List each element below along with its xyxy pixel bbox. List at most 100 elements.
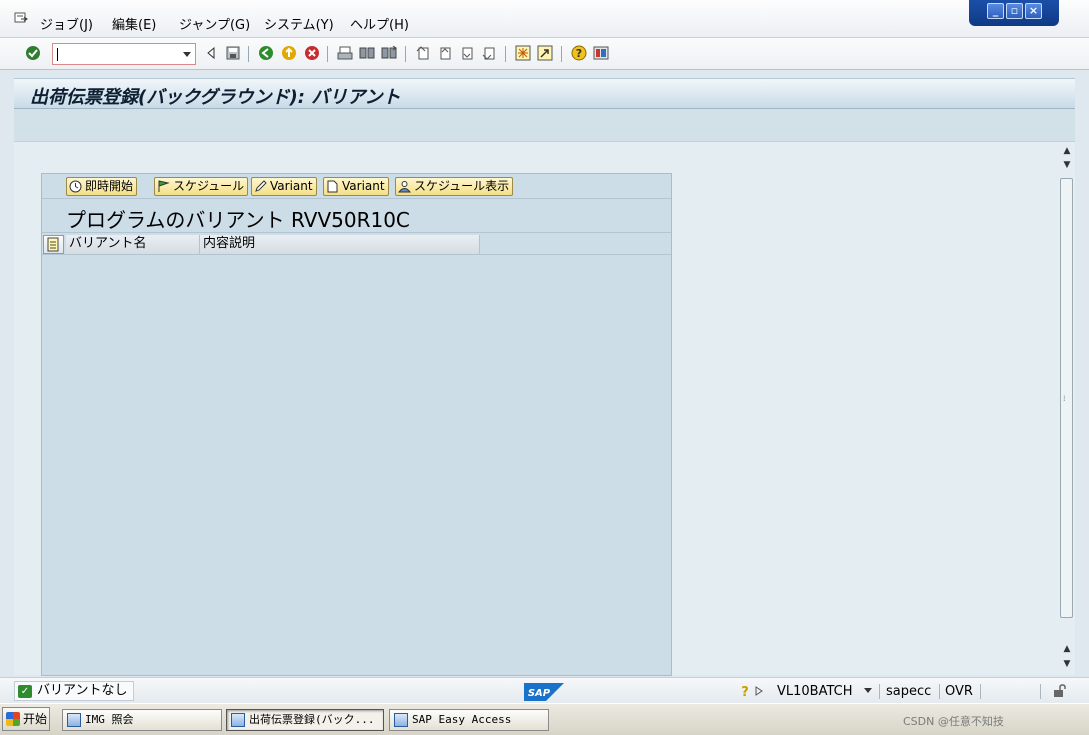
last-page-icon[interactable] bbox=[480, 44, 498, 62]
show-schedule-button[interactable]: スケジュール表示 bbox=[395, 177, 514, 196]
previous-page-icon[interactable] bbox=[436, 44, 454, 62]
page-title: 出荷伝票登録(バックグラウンド): バリアント bbox=[30, 87, 401, 108]
person-icon bbox=[398, 181, 411, 193]
task-sap-easy-access[interactable]: SAP Easy Access bbox=[389, 709, 549, 731]
find-next-icon[interactable] bbox=[380, 44, 398, 62]
variant-table-header: バリアント名 内容説明 bbox=[42, 234, 671, 255]
toolbar-separator bbox=[561, 46, 562, 62]
toolbar-separator bbox=[327, 46, 328, 62]
text-cursor bbox=[57, 48, 58, 61]
scrollbar-thumb[interactable] bbox=[1060, 178, 1073, 618]
exit-icon[interactable] bbox=[280, 44, 298, 62]
select-all-icon bbox=[47, 237, 59, 252]
close-icon[interactable]: × bbox=[1025, 3, 1042, 19]
collapse-icon[interactable] bbox=[202, 44, 220, 62]
menu-jump[interactable]: ジャンプ(G) bbox=[179, 14, 250, 33]
system-tray: CSDN @任意不知技 bbox=[893, 707, 1089, 733]
menu-job[interactable]: ジョブ(J) bbox=[40, 14, 93, 33]
help-icon[interactable]: ? bbox=[570, 44, 588, 62]
task-label: SAP Easy Access bbox=[412, 713, 512, 726]
panel-toolbar: 即時開始 スケジュール Variant Variant スケジュール表示 bbox=[42, 174, 671, 199]
variant-panel: 即時開始 スケジュール Variant Variant スケジュール表示 プログ… bbox=[41, 173, 672, 676]
chevron-down-icon[interactable] bbox=[183, 52, 191, 57]
task-img-display[interactable]: IMG 照会 bbox=[62, 709, 222, 731]
next-page-icon[interactable] bbox=[458, 44, 476, 62]
column-variant-name[interactable]: バリアント名 bbox=[66, 235, 200, 254]
menu-bar: ジョブ(J) 編集(E) ジャンプ(G) システム(Y) ヘルプ(H) _ ▫ … bbox=[0, 0, 1089, 38]
status-message[interactable]: ✓ バリアントなし bbox=[14, 681, 135, 701]
create-variant-label: Variant bbox=[342, 179, 385, 193]
execute-immediately-button[interactable]: 即時開始 bbox=[66, 177, 138, 196]
find-icon[interactable] bbox=[358, 44, 376, 62]
clock-icon bbox=[69, 180, 82, 193]
restore-icon[interactable]: ▫ bbox=[1006, 3, 1023, 19]
schedule-label: スケジュール bbox=[173, 179, 245, 193]
sap-window-icon bbox=[231, 713, 245, 727]
chevron-down-icon[interactable] bbox=[864, 688, 872, 693]
toolbar-separator bbox=[405, 46, 406, 62]
vertical-scrollbar[interactable]: ▲ ▼ ⁞ ▲ ▼ bbox=[1059, 142, 1075, 675]
enter-icon[interactable] bbox=[24, 44, 42, 62]
standard-toolbar: ? bbox=[0, 38, 1089, 70]
change-variant-button[interactable]: Variant bbox=[251, 177, 317, 196]
scroll-top-icon[interactable]: ▲ bbox=[1062, 146, 1072, 156]
minimize-icon[interactable]: _ bbox=[987, 3, 1004, 19]
sap-window-icon bbox=[394, 713, 408, 727]
save-icon[interactable] bbox=[224, 44, 242, 62]
divider bbox=[1040, 684, 1041, 699]
back-icon[interactable] bbox=[257, 44, 275, 62]
pencil-icon bbox=[255, 180, 267, 192]
grip-icon: ⁞ bbox=[1063, 394, 1066, 403]
sap-logo-text: SAP bbox=[528, 688, 551, 699]
scroll-down-top-icon[interactable]: ▲ bbox=[1062, 644, 1072, 654]
menu-edit[interactable]: 編集(E) bbox=[112, 14, 156, 33]
new-session-icon[interactable] bbox=[514, 44, 532, 62]
watermark-text: CSDN @任意不知技 bbox=[903, 715, 1004, 728]
expand-status-icon[interactable] bbox=[755, 686, 763, 696]
system-menu-icon[interactable] bbox=[14, 11, 28, 25]
execute-immediately-label: 即時開始 bbox=[85, 179, 134, 193]
help-key-icon[interactable]: ? bbox=[739, 684, 751, 698]
menu-help[interactable]: ヘルプ(H) bbox=[350, 14, 409, 33]
print-icon[interactable] bbox=[336, 44, 354, 62]
first-page-icon[interactable] bbox=[414, 44, 432, 62]
menu-system[interactable]: システム(Y) bbox=[264, 14, 334, 33]
toolbar-separator bbox=[505, 46, 506, 62]
start-button[interactable]: 开始 bbox=[2, 707, 50, 731]
show-schedule-label: スケジュール表示 bbox=[414, 179, 510, 193]
status-message-text: バリアントなし bbox=[37, 683, 128, 698]
unlock-icon bbox=[1054, 684, 1066, 697]
start-label: 开始 bbox=[23, 712, 48, 726]
task-label: IMG 照会 bbox=[85, 713, 134, 726]
change-variant-label: Variant bbox=[270, 179, 313, 193]
windows-taskbar: 开始 IMG 照会 出荷伝票登録(バック... SAP Easy Access … bbox=[0, 703, 1089, 735]
customize-layout-icon[interactable] bbox=[592, 44, 610, 62]
task-delivery-batch[interactable]: 出荷伝票登録(バック... bbox=[226, 709, 384, 731]
server-field: sapecc bbox=[886, 684, 932, 699]
checkmark-icon: ✓ bbox=[18, 685, 32, 698]
program-variants-heading: プログラムのバリアント RVV50R10C bbox=[66, 208, 410, 232]
sap-logo: SAP bbox=[524, 683, 564, 701]
toolbar-separator bbox=[248, 46, 249, 62]
flag-icon bbox=[158, 180, 170, 192]
divider bbox=[42, 232, 671, 233]
svg-text:?: ? bbox=[741, 685, 749, 698]
screen-title-bar: 出荷伝票登録(バックグラウンド): バリアント bbox=[14, 78, 1075, 109]
shortcut-icon[interactable] bbox=[536, 44, 554, 62]
divider bbox=[939, 684, 940, 699]
create-variant-button[interactable]: Variant bbox=[323, 177, 389, 196]
command-field[interactable] bbox=[52, 43, 196, 65]
schedule-button[interactable]: スケジュール bbox=[154, 177, 249, 196]
scroll-up-icon[interactable]: ▼ bbox=[1062, 160, 1072, 170]
select-all-button[interactable] bbox=[43, 235, 64, 254]
window-controls: _ ▫ × bbox=[969, 0, 1059, 26]
scroll-bottom-icon[interactable]: ▼ bbox=[1062, 659, 1072, 669]
insert-mode-field[interactable]: OVR bbox=[945, 684, 973, 699]
cancel-icon[interactable] bbox=[303, 44, 321, 62]
task-label: 出荷伝票登録(バック... bbox=[249, 713, 375, 726]
column-description[interactable]: 内容説明 bbox=[200, 235, 480, 254]
svg-text:?: ? bbox=[576, 47, 582, 60]
sap-window-icon bbox=[67, 713, 81, 727]
user-field: VL10BATCH bbox=[777, 684, 853, 699]
status-bar: ✓ バリアントなし SAP ? VL10BATCH sapecc OVR bbox=[0, 677, 1089, 703]
